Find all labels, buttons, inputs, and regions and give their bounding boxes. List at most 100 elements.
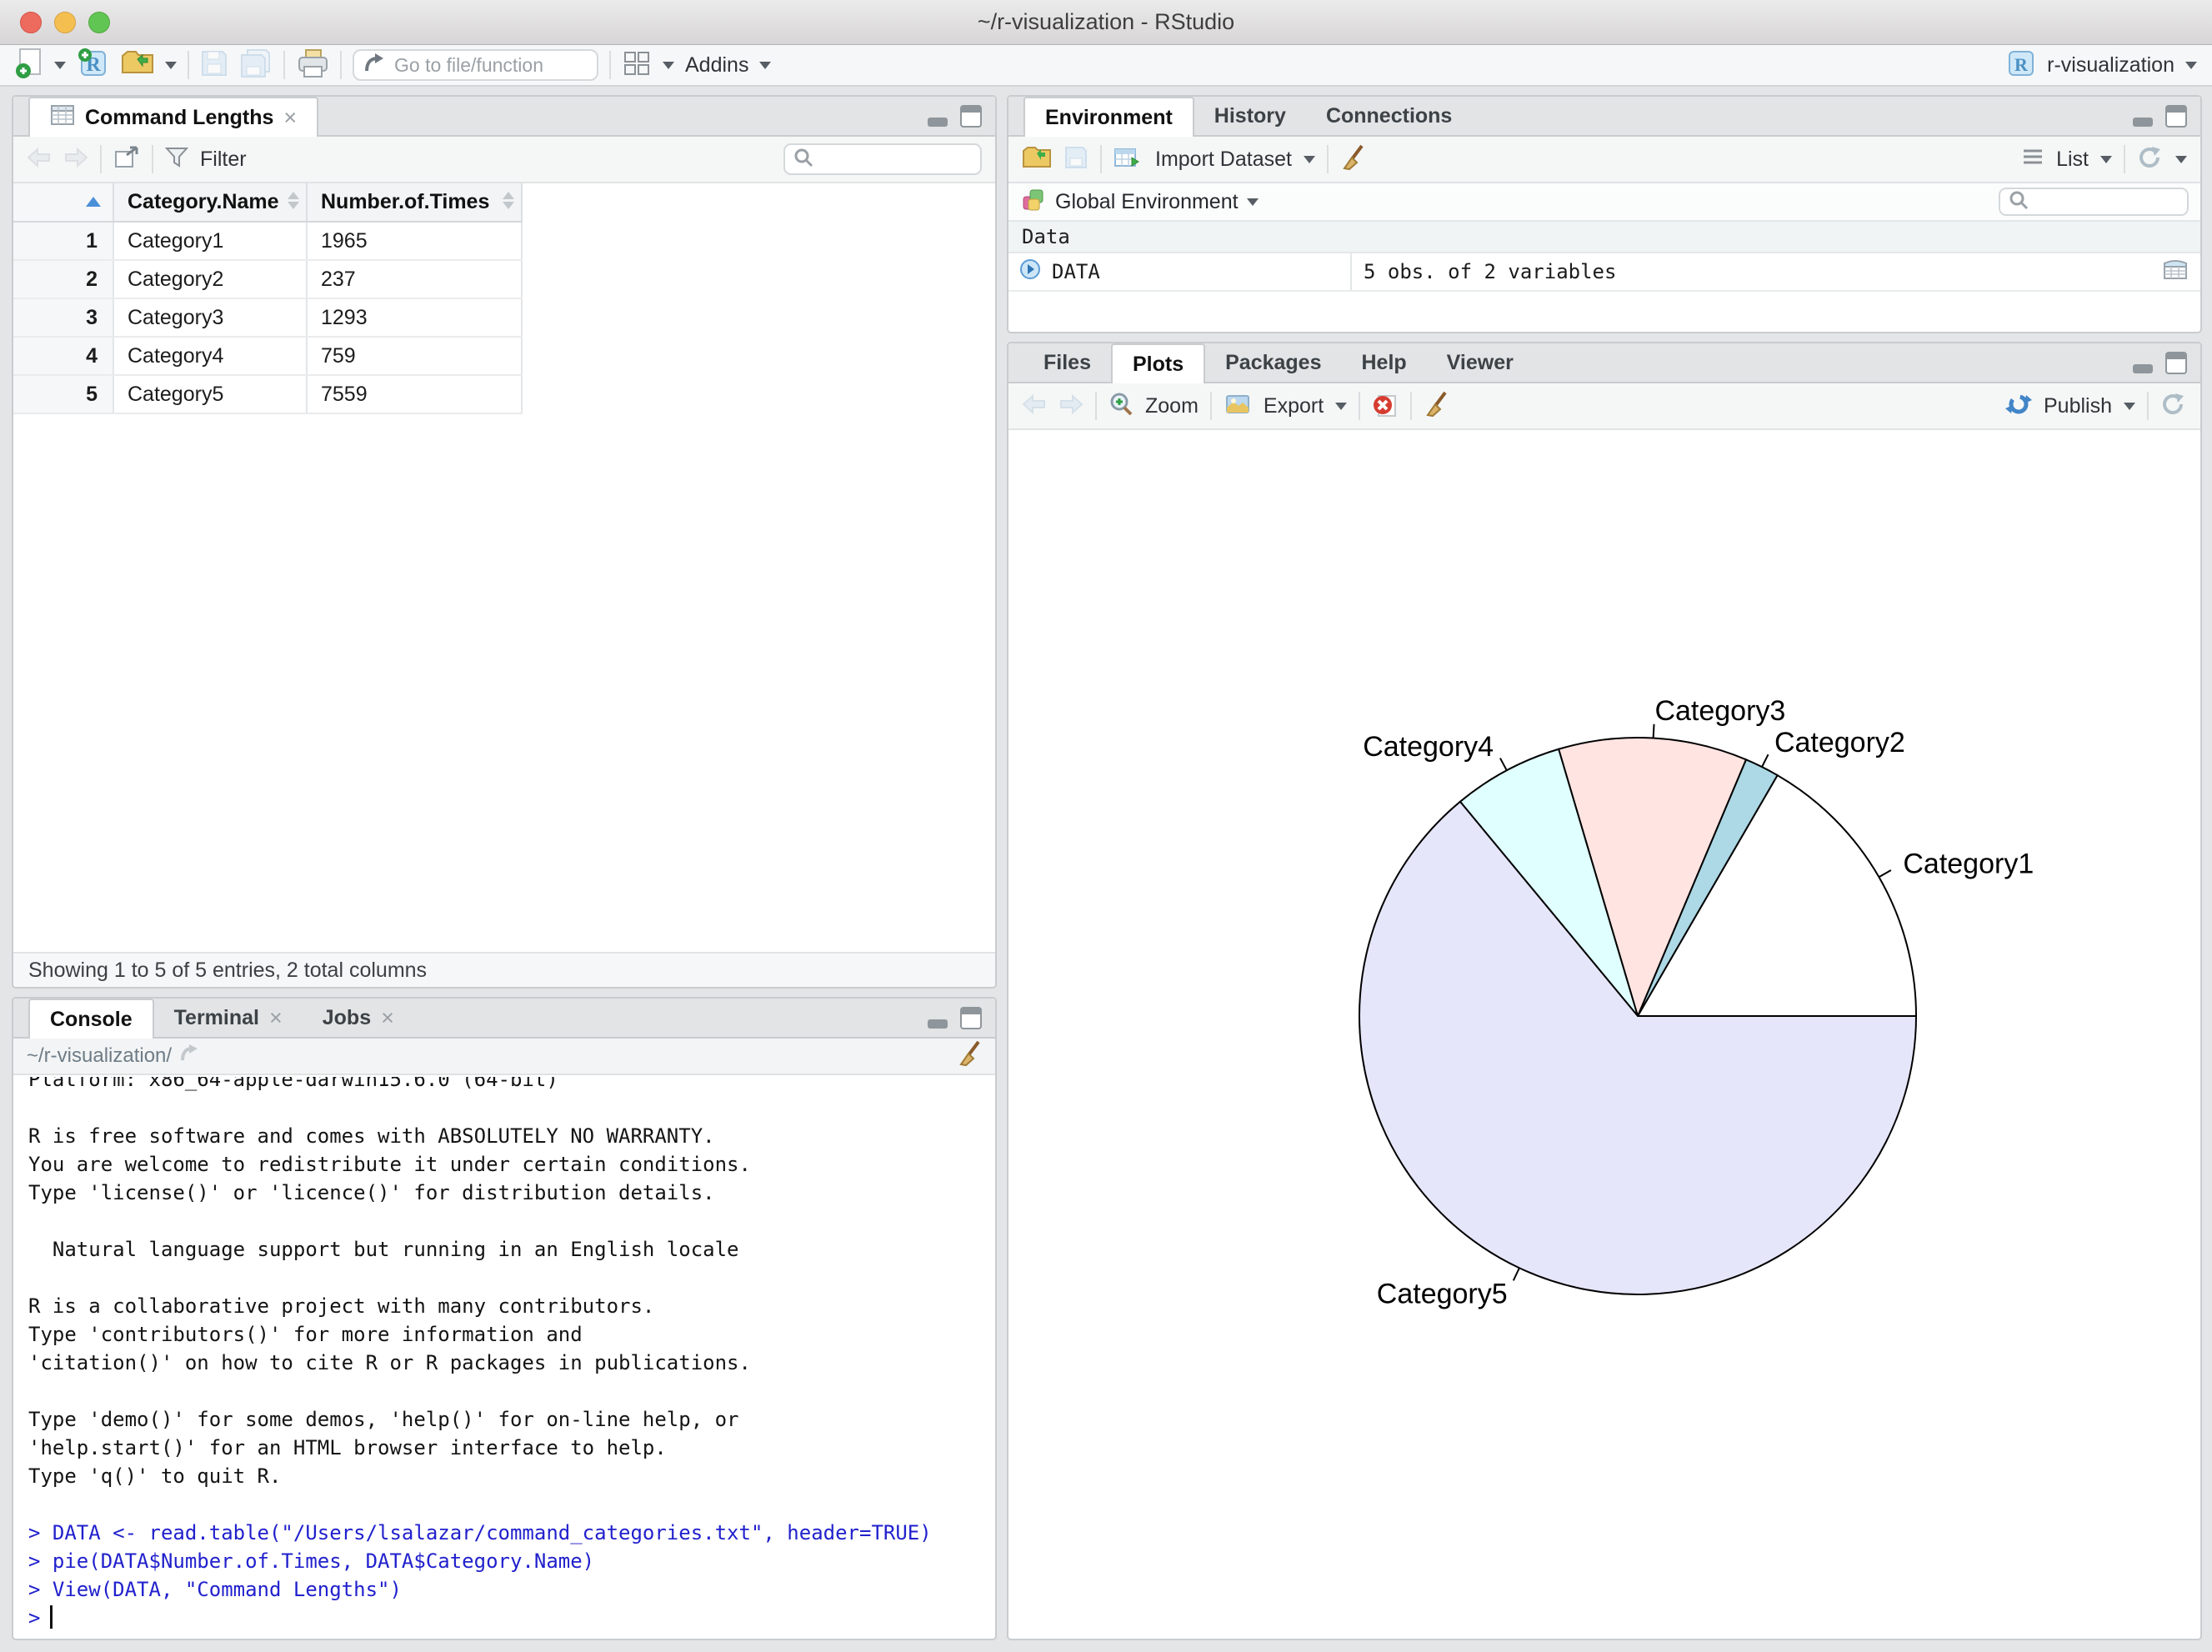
console-output-line: Type 'license()' or 'licence()' for dist… bbox=[28, 1181, 715, 1204]
list-view-icon[interactable] bbox=[2021, 148, 2044, 172]
goto-file-box[interactable] bbox=[353, 49, 598, 81]
refresh-icon[interactable] bbox=[2137, 145, 2164, 174]
minimize-pane-icon[interactable] bbox=[927, 1006, 948, 1034]
tab-history-label: History bbox=[1214, 103, 1286, 128]
entries-status-text: Showing 1 to 5 of 5 entries, 2 total col… bbox=[28, 958, 428, 982]
import-dataset-icon[interactable] bbox=[1114, 145, 1144, 174]
tab-console[interactable]: Console bbox=[28, 999, 154, 1039]
tab-connections[interactable]: Connections bbox=[1306, 97, 1472, 135]
tab-files[interactable]: Files bbox=[1023, 343, 1111, 382]
maximize-pane-icon[interactable] bbox=[960, 1006, 982, 1034]
pie-label-tick bbox=[1878, 869, 1892, 879]
environment-search-box[interactable] bbox=[1999, 188, 2189, 216]
project-menu-caret[interactable] bbox=[2185, 61, 2197, 69]
forward-icon[interactable] bbox=[63, 147, 88, 172]
console-prompt[interactable]: > bbox=[28, 1604, 993, 1632]
close-tab-icon[interactable]: × bbox=[283, 106, 297, 129]
maximize-pane-icon[interactable] bbox=[2165, 104, 2187, 132]
tab-command-lengths[interactable]: Command Lengths × bbox=[28, 97, 319, 137]
open-in-new-window-icon[interactable] bbox=[113, 145, 140, 174]
publish-menu-caret[interactable] bbox=[2124, 402, 2135, 410]
new-file-menu-caret[interactable] bbox=[54, 61, 66, 69]
tab-packages[interactable]: Packages bbox=[1205, 343, 1341, 382]
environment-scope-selector[interactable]: Global Environment bbox=[1055, 190, 1239, 214]
zoom-plot-icon[interactable] bbox=[1109, 392, 1134, 421]
maximize-pane-icon[interactable] bbox=[960, 104, 982, 132]
console-output-line: 'citation()' on how to cite R or R packa… bbox=[28, 1351, 751, 1374]
viewer-search-box[interactable] bbox=[783, 143, 982, 175]
environment-search-input[interactable] bbox=[2035, 190, 2169, 213]
refresh-menu-caret[interactable] bbox=[2175, 155, 2187, 163]
new-file-icon[interactable] bbox=[15, 48, 43, 83]
close-window-button[interactable] bbox=[20, 12, 42, 33]
console-output[interactable]: Platform: x86_64-apple-darwin15.6.0 (64-… bbox=[15, 1077, 993, 1637]
pane-layout-icon[interactable] bbox=[622, 49, 652, 82]
save-icon[interactable] bbox=[200, 49, 228, 82]
viewer-search-input[interactable] bbox=[820, 148, 962, 171]
addins-button[interactable]: Addins bbox=[685, 53, 748, 78]
sort-toggle-icon[interactable] bbox=[503, 192, 514, 209]
tab-environment[interactable]: Environment bbox=[1023, 97, 1194, 137]
minimize-window-button[interactable] bbox=[54, 12, 76, 33]
tab-viewer[interactable]: Viewer bbox=[1427, 343, 1534, 382]
clear-all-plots-icon[interactable] bbox=[1424, 391, 1449, 422]
close-tab-icon[interactable]: × bbox=[269, 1006, 283, 1029]
addins-menu-caret[interactable] bbox=[759, 61, 772, 69]
row-number-header[interactable] bbox=[13, 183, 114, 223]
new-project-icon[interactable]: R bbox=[77, 47, 110, 84]
next-plot-icon[interactable] bbox=[1058, 393, 1083, 418]
list-view-caret[interactable] bbox=[2100, 155, 2112, 163]
load-workspace-icon[interactable] bbox=[1022, 145, 1052, 174]
table-cell: 237 bbox=[307, 260, 523, 299]
open-file-menu-caret[interactable] bbox=[165, 61, 177, 69]
print-icon[interactable] bbox=[296, 48, 329, 83]
export-menu-caret[interactable] bbox=[1335, 402, 1348, 410]
clear-environment-icon[interactable] bbox=[1340, 144, 1365, 175]
minimize-pane-icon[interactable] bbox=[2132, 351, 2154, 378]
open-file-icon[interactable] bbox=[121, 49, 154, 82]
import-dataset-button[interactable]: Import Dataset bbox=[1155, 148, 1292, 172]
export-plot-icon[interactable] bbox=[1224, 392, 1252, 421]
minimize-pane-icon[interactable] bbox=[927, 104, 948, 132]
environment-object-row[interactable]: DATA 5 obs. of 2 variables bbox=[1008, 253, 2200, 292]
column-header-category-name[interactable]: Category.Name bbox=[113, 183, 308, 223]
remove-plot-icon[interactable] bbox=[1372, 391, 1399, 422]
publish-icon[interactable] bbox=[2005, 392, 2032, 421]
list-view-button[interactable]: List bbox=[2056, 148, 2089, 172]
tab-history[interactable]: History bbox=[1194, 97, 1306, 135]
previous-plot-icon[interactable] bbox=[1022, 393, 1047, 418]
zoom-plot-button[interactable]: Zoom bbox=[1145, 394, 1199, 418]
pane-layout-menu-caret[interactable] bbox=[663, 61, 674, 69]
table-cell: Category4 bbox=[113, 337, 308, 376]
goto-file-input[interactable] bbox=[394, 53, 578, 77]
publish-button[interactable]: Publish bbox=[2044, 394, 2112, 418]
jump-to-directory-icon[interactable] bbox=[180, 1044, 202, 1069]
save-workspace-icon[interactable] bbox=[1063, 145, 1088, 174]
tab-help[interactable]: Help bbox=[1341, 343, 1426, 382]
pie-label-tick bbox=[1512, 1267, 1520, 1281]
filter-button-label[interactable]: Filter bbox=[200, 148, 247, 172]
view-data-icon[interactable] bbox=[2162, 257, 2189, 287]
clear-console-icon[interactable] bbox=[957, 1040, 982, 1073]
save-all-icon[interactable] bbox=[239, 48, 273, 83]
zoom-window-button[interactable] bbox=[88, 12, 110, 33]
filter-icon[interactable] bbox=[164, 146, 189, 173]
refresh-plot-icon[interactable] bbox=[2160, 392, 2187, 421]
import-dataset-caret[interactable] bbox=[1303, 155, 1315, 163]
column-header-number-of-times[interactable]: Number.of.Times bbox=[307, 183, 523, 223]
tab-plots[interactable]: Plots bbox=[1110, 343, 1206, 383]
environment-scope-caret[interactable] bbox=[1246, 198, 1259, 206]
minimize-pane-icon[interactable] bbox=[2132, 104, 2154, 132]
project-menu-button[interactable]: r-visualization bbox=[2047, 53, 2174, 78]
tab-terminal[interactable]: Terminal × bbox=[154, 999, 303, 1037]
tab-jobs[interactable]: Jobs × bbox=[303, 999, 414, 1037]
expand-object-icon[interactable] bbox=[1018, 258, 1042, 286]
export-plot-button[interactable]: Export bbox=[1264, 394, 1324, 418]
back-icon[interactable] bbox=[27, 147, 52, 172]
close-tab-icon[interactable]: × bbox=[381, 1006, 394, 1029]
pie-label-tick bbox=[1761, 753, 1769, 768]
sort-toggle-icon[interactable] bbox=[288, 192, 299, 209]
maximize-pane-icon[interactable] bbox=[2165, 351, 2187, 378]
table-cell: 1 bbox=[13, 222, 114, 261]
